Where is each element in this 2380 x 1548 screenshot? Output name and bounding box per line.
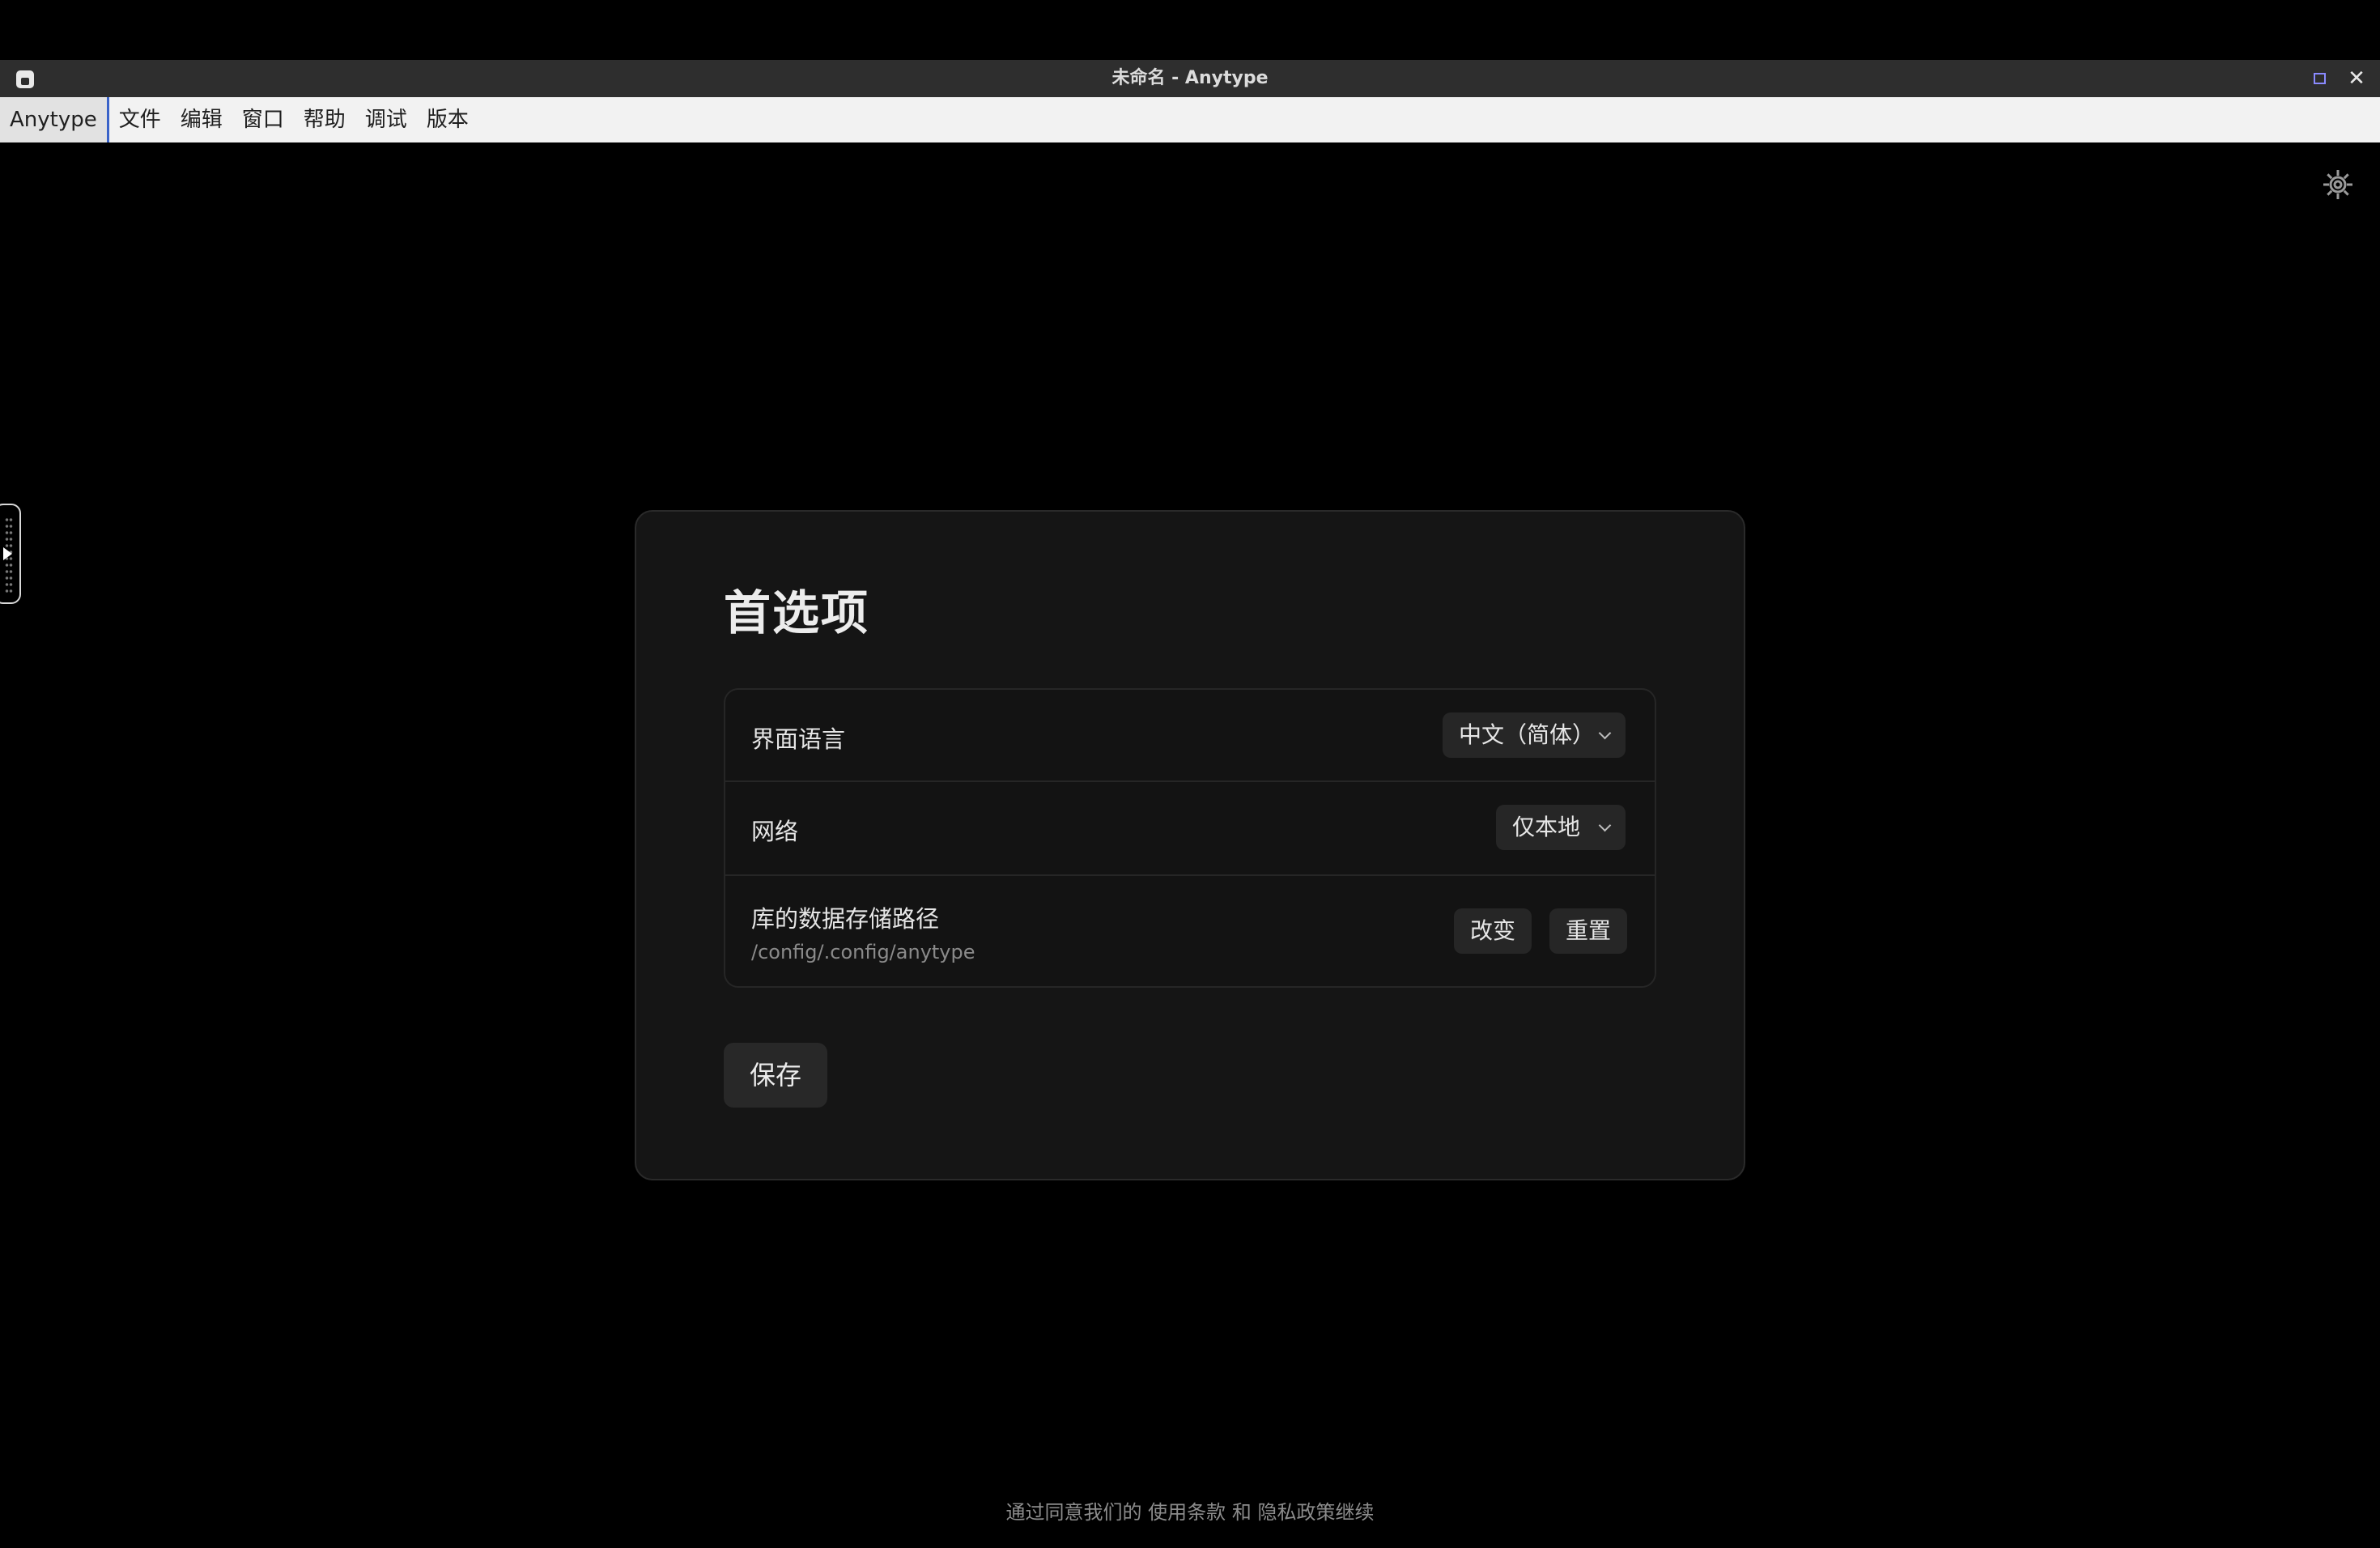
menu-window[interactable]: 窗口	[232, 97, 294, 142]
sidebar-toggle-handle[interactable]	[0, 504, 21, 604]
menu-version[interactable]: 版本	[417, 97, 478, 142]
page-title: 首选项	[724, 585, 870, 640]
network-select[interactable]: 仅本地	[1496, 805, 1626, 850]
preferences-card: 首选项 界面语言 中文（简体） 网络 仅本地 库的数据存储路径 /config/…	[635, 510, 1745, 1180]
menu-file[interactable]: 文件	[109, 97, 171, 142]
language-select[interactable]: 中文（简体）	[1443, 712, 1626, 758]
maximize-button[interactable]	[2314, 73, 2326, 84]
footer-suffix: 继续	[1335, 1501, 1375, 1524]
terms-link[interactable]: 使用条款	[1148, 1501, 1226, 1524]
network-row: 网络 仅本地	[725, 782, 1655, 876]
window-titlebar: 未命名 - Anytype ✕	[0, 60, 2380, 97]
menu-anytype[interactable]: Anytype	[0, 97, 109, 142]
footer-conjunction: 和	[1231, 1501, 1252, 1524]
privacy-link[interactable]: 隐私政策	[1257, 1501, 1335, 1524]
settings-list: 界面语言 中文（简体） 网络 仅本地 库的数据存储路径 /config/.con…	[724, 688, 1656, 988]
arrow-right-icon	[3, 547, 12, 560]
network-label: 网络	[751, 818, 799, 845]
storage-label: 库的数据存储路径	[751, 905, 940, 933]
menu-debug[interactable]: 调试	[355, 97, 417, 142]
menu-edit[interactable]: 编辑	[171, 97, 232, 142]
reset-path-button[interactable]: 重置	[1549, 908, 1627, 954]
change-path-button[interactable]: 改变	[1454, 908, 1532, 954]
storage-row: 库的数据存储路径 /config/.config/anytype 改变 重置	[725, 876, 1655, 988]
terms-footer: 通过同意我们的 使用条款 和 隐私政策继续	[0, 1496, 2380, 1525]
storage-path: /config/.config/anytype	[751, 941, 975, 963]
menu-help[interactable]: 帮助	[294, 97, 355, 142]
language-row: 界面语言 中文（简体）	[725, 690, 1655, 782]
network-value: 仅本地	[1512, 814, 1581, 840]
footer-prefix: 通过同意我们的	[1005, 1501, 1142, 1524]
chevron-down-icon	[1598, 819, 1612, 832]
language-label: 界面语言	[751, 725, 846, 753]
chevron-down-icon	[1598, 726, 1612, 740]
language-value: 中文（简体）	[1459, 721, 1596, 748]
window-title: 未命名 - Anytype	[1111, 68, 1269, 88]
menu-bar: Anytype 文件 编辑 窗口 帮助 调试 版本	[0, 97, 2380, 142]
gear-icon[interactable]	[2320, 167, 2356, 202]
close-button[interactable]: ✕	[2344, 66, 2369, 91]
save-button[interactable]: 保存	[724, 1043, 827, 1108]
